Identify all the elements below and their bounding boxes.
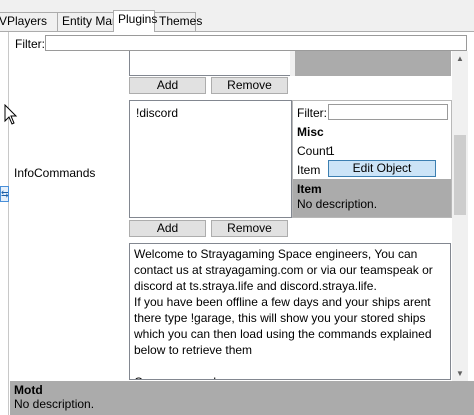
left-pane [0, 32, 9, 415]
tab-entity-manager[interactable]: Entity Manager [57, 12, 143, 31]
description-text: No description. [297, 197, 378, 211]
add-button[interactable]: Add [129, 220, 206, 237]
tab-themes[interactable]: Themes [154, 12, 202, 31]
main-scrollbar[interactable] [452, 51, 468, 382]
count-label: Count [297, 144, 330, 158]
category-misc: Misc [297, 125, 324, 139]
scroll-up-icon[interactable]: ▲ [452, 53, 468, 65]
add-button-top[interactable]: Add [129, 77, 206, 94]
tab-players[interactable]: VPlayers [0, 12, 58, 31]
previous-description-panel [295, 51, 451, 76]
infocommands-label: InfoCommands [14, 166, 96, 180]
inspector-filter-input[interactable] [328, 104, 448, 120]
footer-description: Motd No description. [10, 381, 474, 415]
filter-input[interactable] [45, 35, 467, 51]
scrollbar-thumb[interactable] [454, 135, 466, 215]
mouse-cursor-icon [4, 104, 18, 125]
list-item[interactable]: !discord [136, 106, 178, 120]
count-value: 1 [328, 144, 335, 158]
inspector-filter-label: Filter: [297, 106, 327, 120]
collapse-handle-icon[interactable]: ⇆ [0, 186, 9, 202]
description-title: Item [297, 182, 322, 196]
previous-list[interactable] [129, 51, 291, 76]
remove-button-top[interactable]: Remove [211, 77, 288, 94]
footer-title: Motd [14, 383, 43, 397]
edit-object-button[interactable]: Edit Object [328, 160, 436, 177]
infocommands-list[interactable]: !discord [129, 100, 292, 218]
filter-label: Filter: [15, 37, 45, 51]
tab-strip: VPlayers Entity Manager Plugins Themes [0, 0, 474, 32]
tab-plugins[interactable]: Plugins [113, 10, 157, 32]
inspector-description: Item No description. [293, 179, 451, 217]
motd-textbox[interactable]: Welcome to Strayagaming Space engineers,… [129, 243, 451, 380]
remove-button[interactable]: Remove [211, 220, 288, 237]
item-label: Item [297, 163, 321, 177]
scroll-down-icon[interactable]: ▼ [452, 368, 468, 380]
property-inspector: Filter: Misc Count 1 Item Edit Object It… [292, 100, 452, 218]
footer-text: No description. [14, 397, 95, 411]
